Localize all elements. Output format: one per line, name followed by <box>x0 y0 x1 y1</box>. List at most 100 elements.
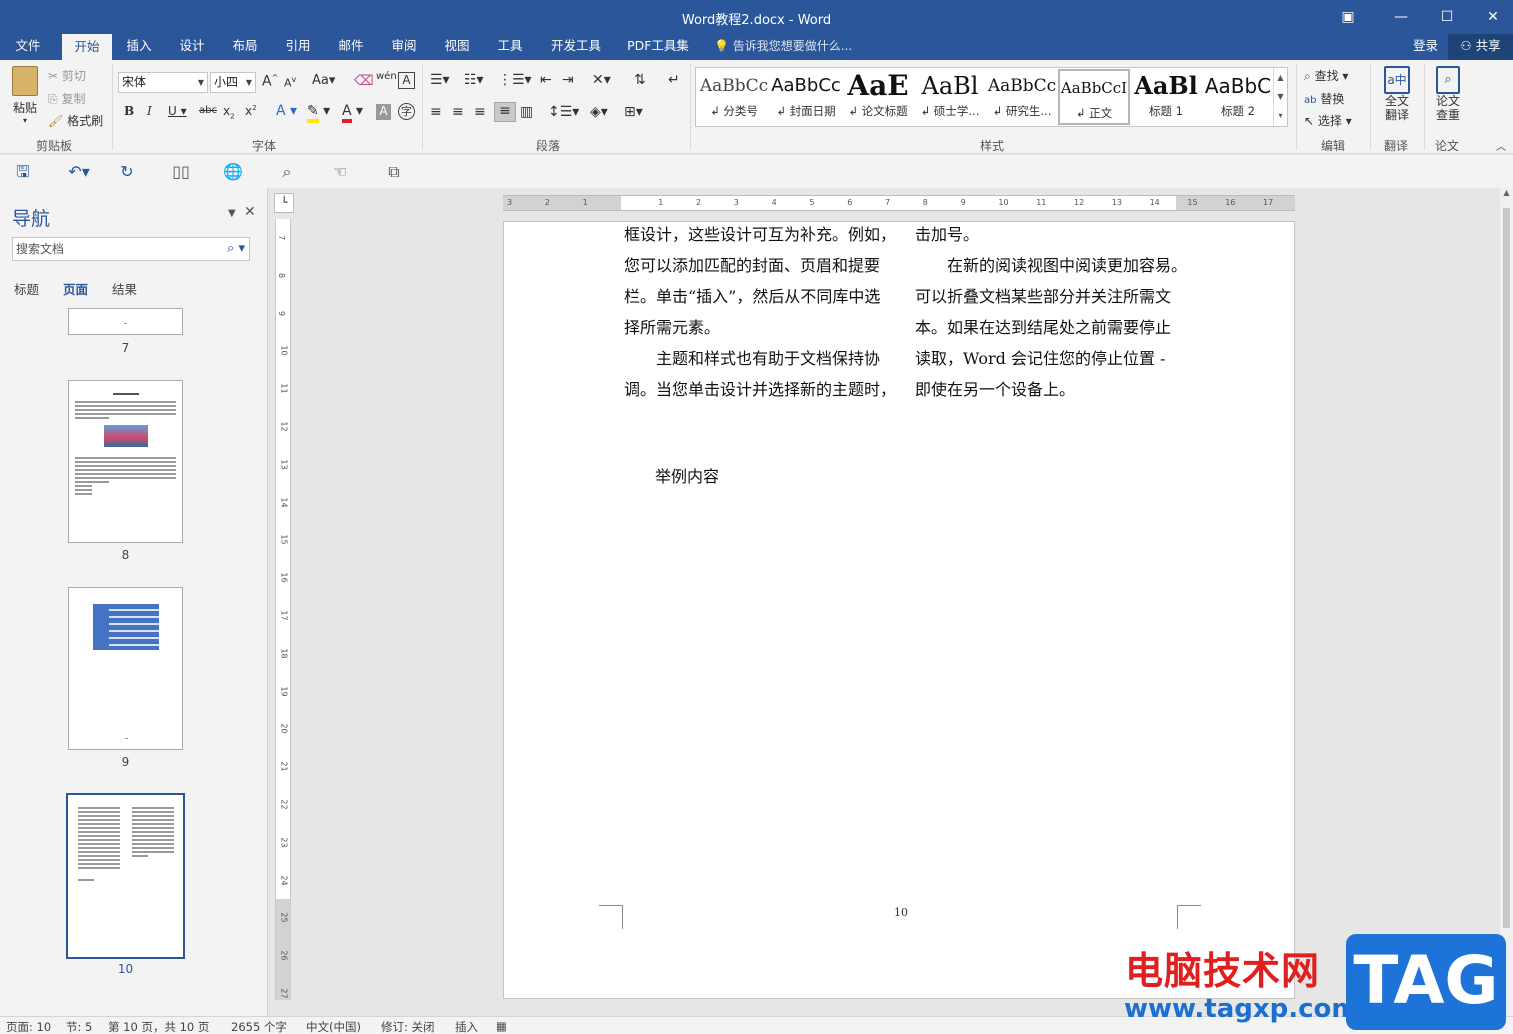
customize-icon[interactable]: ⧉ <box>383 161 405 183</box>
vertical-ruler[interactable]: 7 8 9 10 11 12 13 14 15 16 17 18 19 20 21 22 23 24 25 26 27 <box>275 219 291 1000</box>
search-icon[interactable]: ⌕ ▾ <box>227 238 245 260</box>
style-cover-date[interactable]: AaBbCc ↲ 封面日期 <box>770 69 842 125</box>
show-marks-button[interactable]: ↵ <box>668 72 680 88</box>
tab-pdf-tools[interactable]: PDF工具集 <box>620 34 696 60</box>
sort-button[interactable]: ⇅ <box>634 72 646 88</box>
align-left-button[interactable]: ≡ <box>430 104 442 120</box>
character-shading-icon[interactable]: A <box>376 104 391 120</box>
pane-options-icon[interactable]: ▼ <box>228 208 236 219</box>
paste-button[interactable]: 粘贴 ▾ <box>10 66 40 125</box>
close-button[interactable]: ✕ <box>1470 0 1513 34</box>
highlight-color-button[interactable]: ✎ ▾ <box>307 103 330 123</box>
style-graduate[interactable]: AaBbCc ↲ 研究生... <box>986 69 1058 125</box>
font-name-select[interactable]: 宋体 ▼ <box>118 72 208 93</box>
shrink-font-button[interactable]: Av <box>284 75 296 90</box>
justify-button[interactable]: ≡ <box>494 102 516 122</box>
font-size-select[interactable]: 小四 ▼ <box>210 72 256 93</box>
web-layout-icon[interactable]: 🌐 <box>222 161 244 183</box>
bold-button[interactable]: B <box>124 104 134 118</box>
scroll-up-icon[interactable]: ▲ <box>1500 188 1513 197</box>
nav-search-input[interactable]: 搜索文档 ⌕ ▾ <box>12 237 250 261</box>
status-section[interactable]: 节: 5 <box>66 1019 92 1034</box>
chinese-layout-button[interactable]: ✕▾ <box>592 72 611 88</box>
cut-button[interactable]: ✂ 剪切 <box>48 67 86 84</box>
line-spacing-button[interactable]: ↕☰▾ <box>548 104 579 120</box>
styles-scroll[interactable]: ▲ ▼ ▾ <box>1273 68 1287 126</box>
decrease-indent-button[interactable]: ⇤ <box>540 72 552 88</box>
status-page[interactable]: 页面: 10 <box>6 1019 51 1034</box>
save-icon[interactable]: 🖫 <box>12 161 34 183</box>
page-thumbnail[interactable] <box>68 380 183 543</box>
tab-review[interactable]: 审阅 <box>381 34 427 60</box>
style-heading-1[interactable]: AaBl 标题 1 <box>1130 69 1202 125</box>
login-button[interactable]: 登录 <box>1413 34 1438 58</box>
print-preview-icon[interactable]: ⌕ <box>276 161 298 183</box>
share-button[interactable]: ⚇ 共享 <box>1448 34 1513 60</box>
enclose-characters-icon[interactable]: 字 <box>398 103 415 120</box>
style-paper-title[interactable]: AaE ↲ 论文标题 <box>842 69 914 125</box>
maximize-button[interactable]: ☐ <box>1424 0 1470 34</box>
close-pane-icon[interactable]: ✕ <box>244 204 256 220</box>
underline-button[interactable]: U ▾ <box>168 104 187 118</box>
style-normal[interactable]: AaBbCcI ↲ 正文 <box>1058 69 1130 125</box>
nav-tab-headings[interactable]: 标题 <box>14 279 39 298</box>
redo-icon[interactable]: ↻ <box>116 161 138 183</box>
phonetic-guide-icon[interactable]: wén <box>376 71 397 82</box>
tab-tools[interactable]: 工具 <box>487 34 533 60</box>
numbering-button[interactable]: ☷▾ <box>464 72 484 88</box>
tab-selector[interactable]: └ <box>274 193 294 213</box>
tab-file[interactable]: 文件 <box>4 34 52 60</box>
text-effects-button[interactable]: A ▾ <box>276 103 297 119</box>
nav-tab-pages[interactable]: 页面 <box>63 279 88 298</box>
copy-button[interactable]: ⎘ 复制 <box>48 90 85 107</box>
style-heading-2[interactable]: AaBbC 标题 2 <box>1202 69 1274 125</box>
multilevel-list-button[interactable]: ⋮☰▾ <box>498 72 532 88</box>
scroll-thumb[interactable] <box>1503 208 1510 928</box>
borders-button[interactable]: ⊞▾ <box>624 104 643 120</box>
align-right-button[interactable]: ≡ <box>474 104 486 120</box>
font-color-button[interactable]: A ▾ <box>342 103 363 123</box>
tab-view[interactable]: 视图 <box>434 34 480 60</box>
status-language[interactable]: 中文(中国) <box>306 1019 361 1034</box>
change-case-button[interactable]: Aa▾ <box>312 73 335 88</box>
text-column-left[interactable]: 框设计，这些设计可互为补充。例如， 您可以添加匹配的封面、页眉和提要 栏。单击“… <box>624 219 896 405</box>
paper-check-button[interactable]: ⌕ 论文 查重 <box>1430 66 1466 122</box>
select-button[interactable]: ↖ 选择 ▾ <box>1304 112 1352 129</box>
replace-button[interactable]: ab 替换 <box>1304 90 1344 107</box>
tab-design[interactable]: 设计 <box>169 34 215 60</box>
touch-mode-icon[interactable]: ☜ <box>329 161 351 183</box>
character-border-icon[interactable]: A <box>398 72 415 89</box>
page-thumbnail[interactable] <box>68 308 183 335</box>
status-insert-mode[interactable]: 插入 <box>455 1019 478 1034</box>
vertical-scrollbar[interactable]: ▲ <box>1500 188 1513 1016</box>
ribbon-display-options-icon[interactable]: ▣ <box>1325 0 1371 34</box>
horizontal-ruler[interactable]: 3 2 1 1 2 3 4 5 6 7 8 9 10 11 12 13 14 15 16 17 <box>503 195 1295 211</box>
status-word-count[interactable]: 2655 个字 <box>231 1019 287 1034</box>
full-text-translate-button[interactable]: a中 全文 翻译 <box>1378 66 1416 122</box>
page-thumbnail-current[interactable] <box>66 793 185 959</box>
clear-formatting-icon[interactable]: ⌫ <box>354 73 374 89</box>
page-thumbnail[interactable] <box>68 587 183 750</box>
distributed-button[interactable]: ▥ <box>520 104 533 120</box>
italic-button[interactable]: I <box>147 104 152 118</box>
style-masters-degree[interactable]: AaBl ↲ 硕士学... <box>914 69 986 125</box>
tab-developer[interactable]: 开发工具 <box>540 34 612 60</box>
document-page[interactable]: 框设计，这些设计可互为补充。例如， 您可以添加匹配的封面、页眉和提要 栏。单击“… <box>503 221 1295 999</box>
tab-references[interactable]: 引用 <box>275 34 321 60</box>
increase-indent-button[interactable]: ⇥ <box>562 72 574 88</box>
align-center-button[interactable]: ≡ <box>452 104 464 120</box>
minimize-button[interactable]: — <box>1378 0 1424 34</box>
status-page-count[interactable]: 第 10 页，共 10 页 <box>108 1019 209 1034</box>
tell-me-box[interactable]: 💡 告诉我您想要做什么... <box>714 34 852 60</box>
macro-icon[interactable]: ▦ <box>496 1019 507 1033</box>
status-track-changes[interactable]: 修订: 关闭 <box>381 1019 435 1034</box>
shading-button[interactable]: ◈▾ <box>590 104 608 120</box>
bullets-button[interactable]: ☰▾ <box>430 72 450 88</box>
tab-insert[interactable]: 插入 <box>116 34 162 60</box>
style-classification-number[interactable]: AaBbCc ↲ 分类号 <box>698 69 770 125</box>
tab-mailings[interactable]: 邮件 <box>328 34 374 60</box>
superscript-button[interactable]: x2 <box>245 104 257 118</box>
example-paragraph[interactable]: 举例内容 <box>655 461 719 492</box>
tab-home[interactable]: 开始 <box>62 34 112 60</box>
find-button[interactable]: ⌕ 查找 ▾ <box>1304 67 1348 84</box>
